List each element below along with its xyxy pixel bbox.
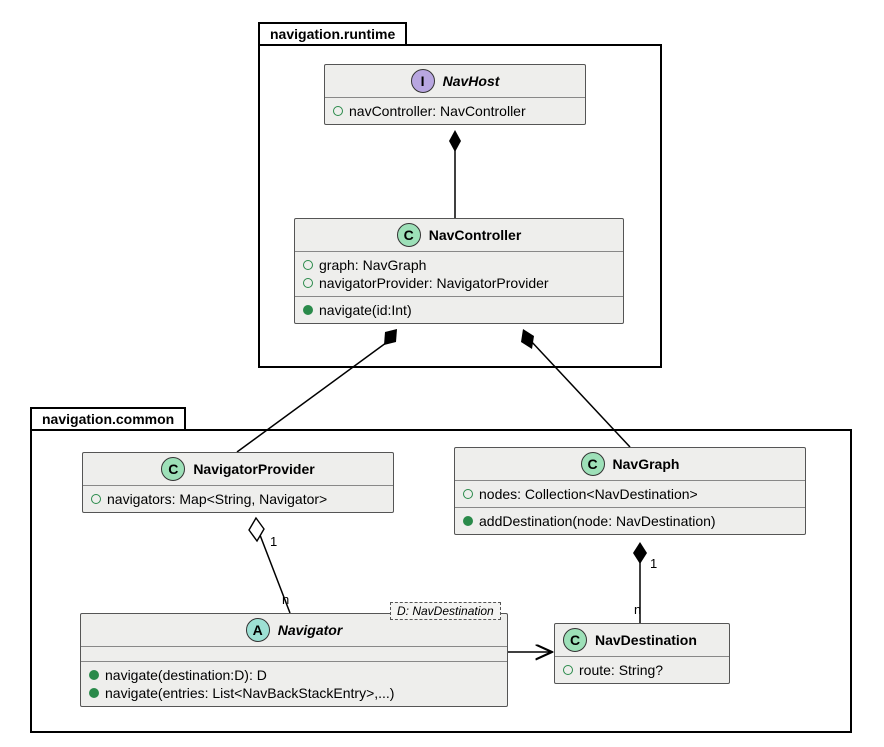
visibility-open-icon [563,665,573,675]
visibility-public-icon [89,688,99,698]
visibility-public-icon [463,516,473,526]
class-name: NavHost [443,73,500,89]
visibility-public-icon [303,305,313,315]
multiplicity-label: n [634,602,641,617]
visibility-open-icon [333,106,343,116]
class-navigatorprovider: C NavigatorProvider navigators: Map<Stri… [82,452,394,513]
visibility-open-icon [303,260,313,270]
class-navgraph: C NavGraph nodes: Collection<NavDestinat… [454,447,806,535]
visibility-open-icon [91,494,101,504]
class-header: C NavDestination [555,624,729,657]
class-navhost: I NavHost navController: NavController [324,64,586,125]
class-name: NavController [429,227,522,243]
multiplicity-label: 1 [270,534,277,549]
class-methods: navigate(id:Int) [295,297,623,323]
class-properties: nodes: Collection<NavDestination> [455,481,805,508]
multiplicity-label: n [282,592,289,607]
class-icon: C [397,223,421,247]
class-method: addDestination(node: NavDestination) [463,512,797,530]
class-properties: navController: NavController [325,98,585,124]
abstract-icon: A [246,618,270,642]
class-navdestination: C NavDestination route: String? [554,623,730,684]
class-navigator: A Navigator navigate(destination:D): D n… [80,613,508,707]
class-header: C NavGraph [455,448,805,481]
visibility-open-icon [303,278,313,288]
class-header: I NavHost [325,65,585,98]
class-method: navigate(entries: List<NavBackStackEntry… [89,684,499,702]
class-property: route: String? [563,661,721,679]
class-property: navigators: Map<String, Navigator> [91,490,385,508]
class-properties: graph: NavGraph navigatorProvider: Navig… [295,252,623,297]
class-properties: route: String? [555,657,729,683]
interface-icon: I [411,69,435,93]
class-header: C NavigatorProvider [83,453,393,486]
visibility-public-icon [89,670,99,680]
class-methods: navigate(destination:D): D navigate(entr… [81,662,507,706]
class-name: Navigator [278,622,343,638]
class-methods: addDestination(node: NavDestination) [455,508,805,534]
class-property: navigatorProvider: NavigatorProvider [303,274,615,292]
class-method: navigate(destination:D): D [89,666,499,684]
template-parameter: D: NavDestination [390,602,501,620]
class-property: navController: NavController [333,102,577,120]
class-header: C NavController [295,219,623,252]
class-navcontroller: C NavController graph: NavGraph navigato… [294,218,624,324]
class-name: NavDestination [595,632,697,648]
rel-navcontroller-navigatorprovider [237,329,397,452]
class-properties [81,647,507,662]
class-property: graph: NavGraph [303,256,615,274]
rel-navhost-navcontroller [449,130,461,218]
class-icon: C [563,628,587,652]
class-icon: C [161,457,185,481]
uml-diagram: navigation.runtime I NavHost navControll… [0,0,884,747]
rel-navcontroller-navgraph [521,329,630,447]
class-method: navigate(id:Int) [303,301,615,319]
class-name: NavigatorProvider [193,461,314,477]
multiplicity-label: 1 [650,556,657,571]
class-property: nodes: Collection<NavDestination> [463,485,797,503]
class-icon: C [581,452,605,476]
visibility-open-icon [463,489,473,499]
class-name: NavGraph [613,456,680,472]
class-properties: navigators: Map<String, Navigator> [83,486,393,512]
